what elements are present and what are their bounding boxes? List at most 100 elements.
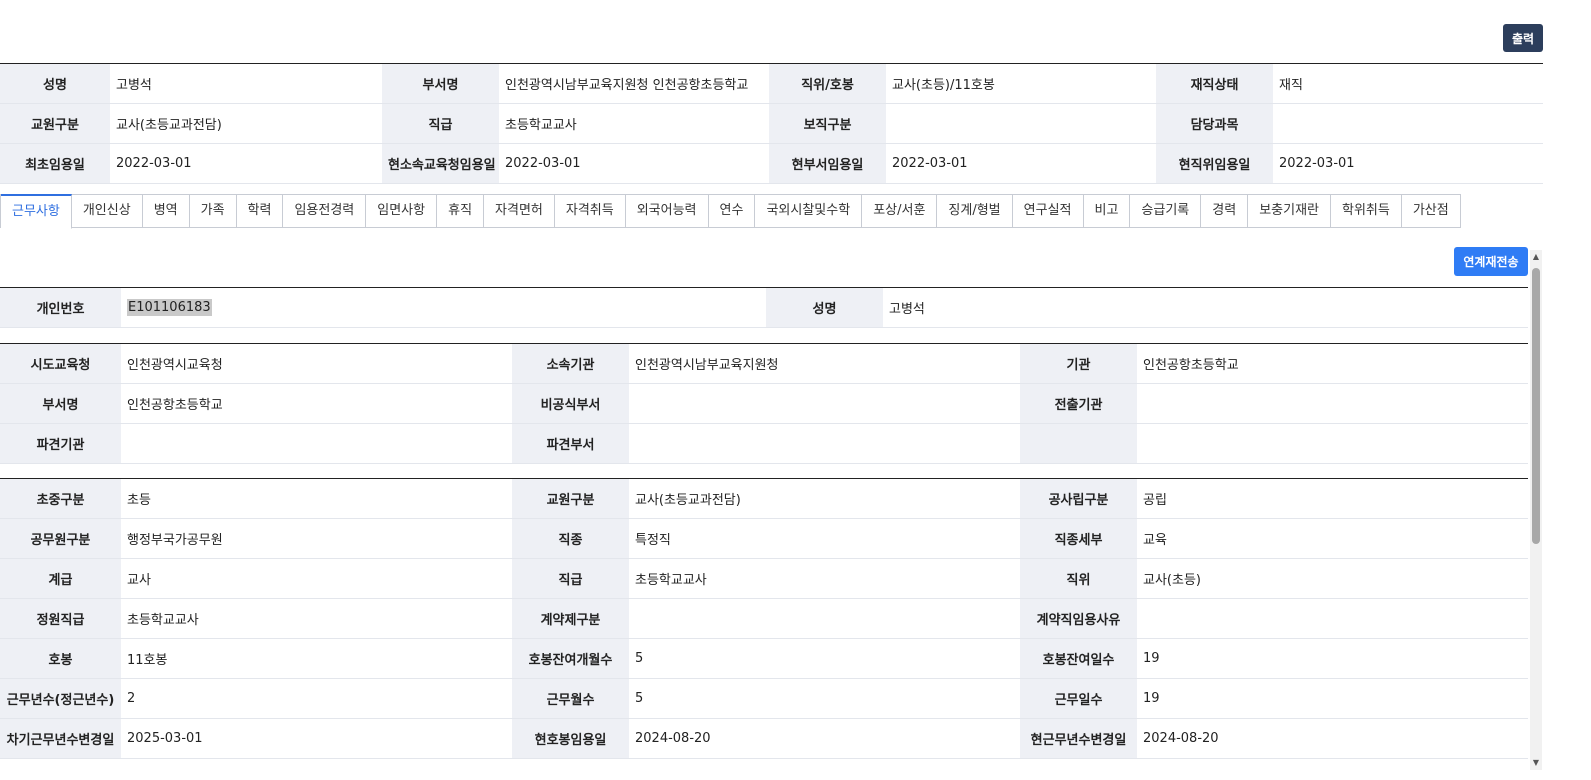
scroll-up-arrow-icon[interactable]: ▲ — [1530, 252, 1542, 262]
tab-item[interactable]: 비고 — [1083, 194, 1131, 228]
table-row: 파견기관 파견부서 — [0, 423, 1528, 464]
field-value: 초등학교교사 — [499, 103, 769, 144]
tab-item[interactable]: 징계/형벌 — [937, 194, 1013, 228]
field-label: 호봉 — [0, 638, 121, 679]
field-label: 계약직임용사유 — [1020, 598, 1137, 639]
tab-item[interactable]: 자격면허 — [484, 194, 555, 228]
field-label: 정원직급 — [0, 598, 121, 639]
personal-name-value[interactable]: 고병석 — [883, 287, 1528, 328]
tab-item[interactable]: 연수 — [708, 194, 756, 228]
tab-item[interactable]: 승급기록 — [1130, 194, 1202, 228]
field-label: 호봉잔여일수 — [1020, 638, 1137, 679]
field-value — [629, 423, 1020, 464]
field-label: 부서명 — [0, 383, 121, 424]
detail-table: 초중구분 초등 교원구분 교사(초등교과전담) 공사립구분 공립 공무원구분 행정부국가공무원… — [0, 478, 1528, 759]
table-row: 호봉 11호봉 호봉잔여개월수 5 호봉잔여일수 19 — [0, 638, 1528, 679]
table-row: 정원직급 초등학교교사 계약제구분 계약직임용사유 — [0, 598, 1528, 639]
tab-item[interactable]: 근무사항 — [1, 194, 72, 229]
table-row: 교원구분 교사(초등교과전담) 직급 초등학교교사 보직구분 담당과목 — [0, 103, 1543, 144]
tab-item[interactable]: 보충기재란 — [1248, 194, 1331, 228]
field-label: 부서명 — [382, 63, 499, 104]
field-label: 근무월수 — [512, 678, 629, 719]
field-label: 최초임용일 — [0, 143, 110, 184]
tab-item[interactable]: 학위취득 — [1331, 194, 1402, 228]
field-value: 교사(초등교과전담) — [629, 478, 1020, 519]
field-value: 공립 — [1137, 478, 1528, 519]
field-label: 근무년수(정근년수) — [0, 678, 121, 719]
field-value: 초등학교교사 — [121, 598, 512, 639]
field-label — [1020, 423, 1137, 464]
scroll-thumb[interactable] — [1532, 268, 1540, 544]
field-label: 성명 — [0, 63, 110, 104]
tab-item[interactable]: 연구실적 — [1012, 194, 1084, 228]
field-value: 2024-08-20 — [629, 718, 1020, 759]
field-label: 교원구분 — [0, 103, 110, 144]
field-value — [1137, 423, 1528, 464]
table-row: 계급 교사 직급 초등학교교사 직위 교사(초등) — [0, 558, 1528, 599]
tab-item[interactable]: 임면사항 — [366, 194, 438, 228]
field-label: 교원구분 — [512, 478, 629, 519]
field-label: 계약제구분 — [512, 598, 629, 639]
tab-item[interactable]: 가산점 — [1401, 194, 1461, 228]
tab-item[interactable]: 외국어능력 — [625, 194, 709, 228]
field-value: 인천광역시남부교육지원청 인천공항초등학교 — [499, 63, 769, 104]
field-value: 초등 — [121, 478, 512, 519]
field-label: 파견부서 — [512, 423, 629, 464]
field-label: 현부서임용일 — [769, 143, 886, 184]
table-row: 최초임용일 2022-03-01 현소속교육청임용일 2022-03-01 현부서임용일… — [0, 143, 1543, 184]
tab-item[interactable]: 가족 — [189, 194, 237, 228]
tab-item[interactable]: 자격취득 — [554, 194, 626, 228]
field-value — [1137, 383, 1528, 424]
tab-item[interactable]: 개인신상 — [71, 194, 143, 228]
field-label: 근무일수 — [1020, 678, 1137, 719]
field-value: 인천공항초등학교 — [121, 383, 512, 424]
field-value: 행정부국가공무원 — [121, 518, 512, 559]
field-value: 특정직 — [629, 518, 1020, 559]
field-label: 초중구분 — [0, 478, 121, 519]
field-value: 2022-03-01 — [110, 143, 382, 184]
field-value: 교사(초등)/11호봉 — [886, 63, 1156, 104]
field-label: 비공식부서 — [512, 383, 629, 424]
tab-item[interactable]: 학력 — [236, 194, 284, 228]
field-label: 시도교육청 — [0, 343, 121, 384]
field-value: 2022-03-01 — [1273, 143, 1543, 184]
field-label: 보직구분 — [769, 103, 886, 144]
field-label: 직급 — [512, 558, 629, 599]
field-value — [121, 423, 512, 464]
field-value: 2025-03-01 — [121, 718, 512, 759]
field-label: 소속기관 — [512, 343, 629, 384]
field-label: 전출기관 — [1020, 383, 1137, 424]
field-label: 직종 — [512, 518, 629, 559]
field-value: 19 — [1137, 638, 1528, 679]
tab-item[interactable]: 임용전경력 — [283, 194, 367, 228]
resend-button[interactable]: 연계재전송 — [1454, 247, 1528, 276]
field-label: 재직상태 — [1156, 63, 1273, 104]
field-value: 11호봉 — [121, 638, 512, 679]
field-value: 교사 — [121, 558, 512, 599]
field-label: 현직위임용일 — [1156, 143, 1273, 184]
scroll-down-arrow-icon[interactable]: ▼ — [1530, 758, 1542, 768]
personal-table: 개인번호 E101106183 성명 고병석 — [0, 287, 1528, 328]
tab-item[interactable]: 포상/서훈 — [862, 194, 938, 228]
field-value: 2024-08-20 — [1137, 718, 1528, 759]
field-value — [886, 103, 1156, 144]
vertical-scrollbar[interactable]: ▲ ▼ — [1530, 250, 1542, 770]
tab-item[interactable]: 국외시찰및수학 — [755, 194, 863, 228]
tab-item[interactable]: 경력 — [1201, 194, 1249, 228]
field-label: 공사립구분 — [1020, 478, 1137, 519]
personal-id-value[interactable]: E101106183 — [127, 299, 212, 316]
field-value — [629, 383, 1020, 424]
field-value: 2 — [121, 678, 512, 719]
field-label: 직위 — [1020, 558, 1137, 599]
field-label: 차기근무년수변경일 — [0, 718, 121, 759]
field-label: 현호봉임용일 — [512, 718, 629, 759]
print-button[interactable]: 출력 — [1503, 24, 1543, 52]
table-row: 시도교육청 인천광역시교육청 소속기관 인천광역시남부교육지원청 기관 인천공항초등학교 — [0, 343, 1528, 384]
field-value: 교육 — [1137, 518, 1528, 559]
tab-bar: 근무사항 개인신상 병역 가족 학력 임용전경력 임면사항 휴직 자격면허 자격취득 외국어능력 연수… — [0, 194, 1461, 229]
field-value: 교사(초등교과전담) — [110, 103, 382, 144]
tab-item[interactable]: 병역 — [142, 194, 190, 228]
field-value — [1273, 103, 1543, 144]
field-label: 직급 — [382, 103, 499, 144]
tab-item[interactable]: 휴직 — [437, 194, 485, 228]
